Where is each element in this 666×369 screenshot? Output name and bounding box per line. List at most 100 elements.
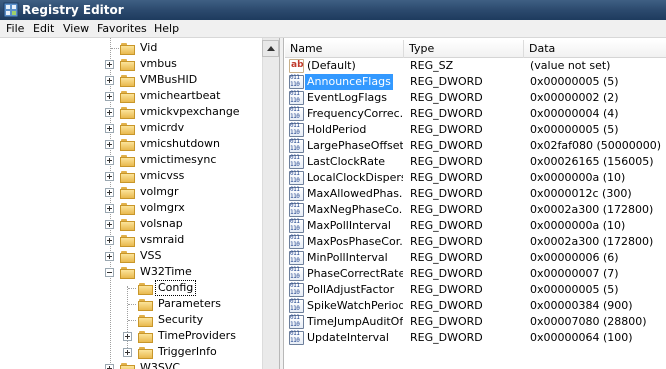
tree-item-vmicrdv[interactable]: vmicrdv bbox=[0, 120, 262, 136]
folder-icon bbox=[138, 331, 154, 343]
registry-tree[interactable]: Vid vmbus VMBusHID vmicheartbeat vmickvp… bbox=[0, 38, 280, 369]
column-header-type[interactable]: Type bbox=[404, 40, 524, 58]
expand-icon[interactable] bbox=[105, 140, 114, 149]
column-header-data[interactable]: Data bbox=[524, 40, 666, 58]
value-data: 0x00000005 (5) bbox=[530, 75, 619, 88]
list-row[interactable]: MinPollInterval REG_DWORD 0x00000006 (6) bbox=[285, 250, 666, 266]
expand-icon[interactable] bbox=[105, 220, 114, 229]
expand-icon[interactable] bbox=[105, 236, 114, 245]
tree-item-timeproviders[interactable]: TimeProviders bbox=[0, 328, 262, 344]
list-row[interactable]: SpikeWatchPeriod REG_DWORD 0x00000384 (9… bbox=[285, 298, 666, 314]
expand-icon[interactable] bbox=[105, 124, 114, 133]
expand-icon[interactable] bbox=[105, 60, 114, 69]
folder-icon bbox=[138, 315, 154, 327]
tree-item-label: vmictimesync bbox=[140, 153, 217, 166]
tree-item-volsnap[interactable]: volsnap bbox=[0, 216, 262, 232]
folder-icon bbox=[120, 187, 136, 199]
list-row[interactable]: MaxAllowedPhas... REG_DWORD 0x0000012c (… bbox=[285, 186, 666, 202]
expand-icon[interactable] bbox=[105, 92, 114, 101]
value-name: LargePhaseOffset bbox=[307, 139, 403, 152]
value-type: REG_DWORD bbox=[410, 203, 483, 216]
values-list[interactable]: Name Type Data (Default) REG_SZ (value n… bbox=[285, 38, 666, 369]
tree-item-vmbushid[interactable]: VMBusHID bbox=[0, 72, 262, 88]
tree-vertical-scrollbar[interactable] bbox=[262, 38, 279, 369]
menu-edit[interactable]: Edit bbox=[33, 22, 54, 35]
list-row[interactable]: UpdateInterval REG_DWORD 0x00000064 (100… bbox=[285, 330, 666, 346]
list-row[interactable]: AnnounceFlags REG_DWORD 0x00000005 (5) bbox=[285, 74, 666, 90]
column-header-name[interactable]: Name bbox=[285, 40, 404, 58]
expand-icon[interactable] bbox=[105, 172, 114, 181]
tree-item-vmbus[interactable]: vmbus bbox=[0, 56, 262, 72]
tree-item-volmgrx[interactable]: volmgrx bbox=[0, 200, 262, 216]
expand-icon[interactable] bbox=[105, 76, 114, 85]
tree-item-w32time[interactable]: W32Time bbox=[0, 264, 262, 280]
tree-item-label: volsnap bbox=[140, 217, 183, 230]
value-data: 0x00000005 (5) bbox=[530, 123, 619, 136]
list-row[interactable]: LocalClockDispers... REG_DWORD 0x0000000… bbox=[285, 170, 666, 186]
list-row[interactable]: FrequencyCorrec... REG_DWORD 0x00000004 … bbox=[285, 106, 666, 122]
list-row[interactable]: (Default) REG_SZ (value not set) bbox=[285, 58, 666, 74]
list-row[interactable]: PhaseCorrectRate REG_DWORD 0x00000007 (7… bbox=[285, 266, 666, 282]
tree-item-vmicshutdown[interactable]: vmicshutdown bbox=[0, 136, 262, 152]
pane-splitter[interactable] bbox=[280, 38, 284, 369]
folder-icon bbox=[120, 235, 136, 247]
menu-view[interactable]: View bbox=[63, 22, 89, 35]
value-name: MaxPollInterval bbox=[307, 219, 391, 232]
value-type: REG_DWORD bbox=[410, 139, 483, 152]
value-type: REG_DWORD bbox=[410, 75, 483, 88]
collapse-icon[interactable] bbox=[105, 268, 114, 277]
title-bar: Registry Editor bbox=[0, 0, 666, 20]
value-name: MinPollInterval bbox=[307, 251, 388, 264]
expand-icon[interactable] bbox=[105, 364, 114, 369]
tree-item-label: vmicrdv bbox=[140, 121, 185, 134]
dword-value-icon bbox=[289, 106, 304, 121]
list-row[interactable]: TimeJumpAuditOf... REG_DWORD 0x00007080 … bbox=[285, 314, 666, 330]
list-row[interactable]: LastClockRate REG_DWORD 0x00026165 (1560… bbox=[285, 154, 666, 170]
list-row[interactable]: EventLogFlags REG_DWORD 0x00000002 (2) bbox=[285, 90, 666, 106]
expand-icon[interactable] bbox=[105, 252, 114, 261]
list-row[interactable]: PollAdjustFactor REG_DWORD 0x00000005 (5… bbox=[285, 282, 666, 298]
tree-item-parameters[interactable]: Parameters bbox=[0, 296, 262, 312]
expand-icon[interactable] bbox=[105, 188, 114, 197]
value-name: TimeJumpAuditOf... bbox=[307, 315, 403, 328]
dword-value-icon bbox=[289, 202, 304, 217]
value-data: (value not set) bbox=[530, 59, 611, 72]
tree-item-vmickvpexchange[interactable]: vmickvpexchange bbox=[0, 104, 262, 120]
folder-icon bbox=[120, 139, 136, 151]
tree-item-config[interactable]: Config bbox=[0, 280, 262, 296]
list-row[interactable]: MaxPosPhaseCor... REG_DWORD 0x0002a300 (… bbox=[285, 234, 666, 250]
expand-icon[interactable] bbox=[123, 348, 132, 357]
menu-help[interactable]: Help bbox=[154, 22, 179, 35]
expand-icon[interactable] bbox=[105, 204, 114, 213]
value-type: REG_DWORD bbox=[410, 251, 483, 264]
list-row[interactable]: MaxNegPhaseCo... REG_DWORD 0x0002a300 (1… bbox=[285, 202, 666, 218]
menu-file[interactable]: File bbox=[6, 22, 24, 35]
list-header: Name Type Data bbox=[285, 40, 666, 58]
dword-value-icon bbox=[289, 298, 304, 313]
tree-item-vss[interactable]: VSS bbox=[0, 248, 262, 264]
tree-item-vmictimesync[interactable]: vmictimesync bbox=[0, 152, 262, 168]
tree-item-vsmraid[interactable]: vsmraid bbox=[0, 232, 262, 248]
tree-item-security[interactable]: Security bbox=[0, 312, 262, 328]
list-row[interactable]: LargePhaseOffset REG_DWORD 0x02faf080 (5… bbox=[285, 138, 666, 154]
tree-item-vid[interactable]: Vid bbox=[0, 40, 262, 56]
list-row[interactable]: HoldPeriod REG_DWORD 0x00000005 (5) bbox=[285, 122, 666, 138]
tree-item-triggerinfo[interactable]: TriggerInfo bbox=[0, 344, 262, 360]
dword-value-icon bbox=[289, 186, 304, 201]
value-type: REG_DWORD bbox=[410, 107, 483, 120]
tree-item-label: vmicvss bbox=[140, 169, 185, 182]
value-name: MaxAllowedPhas... bbox=[307, 187, 403, 200]
expand-icon[interactable] bbox=[105, 156, 114, 165]
tree-item-volmgr[interactable]: volmgr bbox=[0, 184, 262, 200]
expand-icon[interactable] bbox=[123, 332, 132, 341]
menu-favorites[interactable]: Favorites bbox=[97, 22, 147, 35]
dword-value-icon bbox=[289, 266, 304, 281]
tree-item-vmicheartbeat[interactable]: vmicheartbeat bbox=[0, 88, 262, 104]
tree-item-w3svc[interactable]: W3SVC bbox=[0, 360, 262, 369]
folder-icon bbox=[120, 91, 136, 103]
tree-item-vmicvss[interactable]: vmicvss bbox=[0, 168, 262, 184]
value-type: REG_DWORD bbox=[410, 315, 483, 328]
list-row[interactable]: MaxPollInterval REG_DWORD 0x0000000a (10… bbox=[285, 218, 666, 234]
expand-icon[interactable] bbox=[105, 108, 114, 117]
scroll-up-arrow-icon[interactable] bbox=[262, 40, 279, 57]
